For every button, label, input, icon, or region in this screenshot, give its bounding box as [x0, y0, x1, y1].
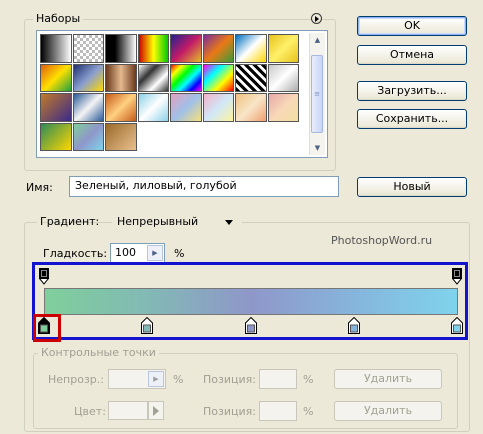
- smoothness-label: Гладкость:: [43, 247, 108, 260]
- gradient-swatch[interactable]: [170, 34, 202, 63]
- color-position-percent: %: [303, 405, 314, 418]
- gradient-swatch[interactable]: [137, 34, 169, 63]
- gradient-type-select[interactable]: Непрерывный: [112, 213, 242, 230]
- opacity-spin-icon[interactable]: ▶: [148, 371, 164, 387]
- name-label: Имя:: [26, 181, 53, 194]
- gradient-swatch[interactable]: [202, 93, 234, 122]
- smoothness-spin-icon[interactable]: ▶: [147, 245, 163, 261]
- opacity-position-percent: %: [303, 373, 314, 386]
- gradient-swatch[interactable]: [137, 93, 169, 122]
- gradient-swatch[interactable]: [267, 34, 299, 63]
- gradient-swatch[interactable]: [235, 93, 267, 122]
- gradient-swatch[interactable]: [202, 63, 234, 92]
- color-stop-icon[interactable]: [347, 317, 360, 334]
- name-input[interactable]: Зеленый, лиловый, голубой: [69, 176, 339, 197]
- ok-button[interactable]: OK: [357, 16, 467, 36]
- smoothness-percent: %: [174, 247, 185, 260]
- color-delete-button[interactable]: Удалить: [334, 401, 442, 421]
- watermark-text: PhotoshopWord.ru: [331, 234, 433, 247]
- opacity-position-input[interactable]: [259, 369, 297, 389]
- gradient-type-row: Градиент:: [37, 214, 99, 232]
- color-picker-arrow-icon[interactable]: [148, 401, 164, 420]
- opacity-percent: %: [173, 373, 184, 386]
- opacity-position-label: Позиция:: [203, 373, 256, 386]
- gradient-swatch[interactable]: [105, 93, 137, 122]
- gradient-swatch[interactable]: [235, 34, 267, 63]
- opacity-input[interactable]: ▶: [108, 369, 166, 389]
- gradient-swatch[interactable]: [105, 63, 137, 92]
- gradient-swatch[interactable]: [40, 122, 72, 151]
- scroll-down-icon[interactable]: ▼: [310, 141, 325, 155]
- gradient-swatch[interactable]: [267, 93, 299, 122]
- color-label: Цвет:: [74, 405, 106, 418]
- scroll-thumb[interactable]: ≡: [311, 55, 323, 133]
- cancel-button[interactable]: Отмена: [357, 45, 467, 65]
- gradient-swatch[interactable]: [72, 34, 104, 63]
- opacity-delete-button[interactable]: Удалить: [334, 369, 442, 389]
- scroll-up-icon[interactable]: ▲: [310, 33, 325, 47]
- presets-title: Наборы: [33, 12, 84, 25]
- swatch-grid: [40, 34, 303, 154]
- gradient-bar[interactable]: [44, 288, 458, 315]
- gradient-swatch[interactable]: [137, 63, 169, 92]
- gradient-swatch[interactable]: [72, 93, 104, 122]
- selected-stop-highlight: [33, 314, 61, 342]
- gradient-swatch[interactable]: [170, 93, 202, 122]
- opacity-label: Непрозр.:: [48, 373, 104, 386]
- color-stop-icon[interactable]: [244, 317, 257, 334]
- gradient-type-label: Градиент:: [40, 215, 100, 228]
- smoothness-input[interactable]: 100 ▶: [110, 243, 165, 263]
- gradient-swatch[interactable]: [72, 63, 104, 92]
- gradient-swatch[interactable]: [202, 34, 234, 63]
- chevron-down-icon: [225, 220, 233, 225]
- gradient-type-value: Непрерывный: [117, 215, 199, 228]
- opacity-stop-icon[interactable]: [39, 268, 49, 285]
- color-position-input[interactable]: [259, 401, 297, 421]
- presets-list[interactable]: ▲ ≡ ▼: [36, 30, 328, 158]
- presets-menu-icon[interactable]: [311, 13, 322, 24]
- color-position-label: Позиция:: [203, 405, 256, 418]
- gradient-swatch[interactable]: [235, 63, 267, 92]
- gradient-swatch[interactable]: [170, 63, 202, 92]
- color-stop-icon[interactable]: [451, 317, 463, 334]
- opacity-stop-icon[interactable]: [452, 268, 462, 285]
- new-button[interactable]: Новый: [357, 177, 467, 197]
- color-stop-icon[interactable]: [141, 317, 154, 334]
- stops-panel-title: Контрольные точки: [38, 346, 159, 359]
- presets-scrollbar[interactable]: ▲ ≡ ▼: [309, 33, 325, 155]
- gradient-swatch[interactable]: [40, 93, 72, 122]
- save-button[interactable]: Сохранить...: [357, 109, 467, 129]
- smoothness-value: 100: [115, 246, 136, 259]
- gradient-swatch[interactable]: [105, 34, 137, 63]
- load-button[interactable]: Загрузить...: [357, 81, 467, 101]
- gradient-swatch[interactable]: [40, 63, 72, 92]
- color-swatch[interactable]: [108, 401, 148, 420]
- gradient-swatch[interactable]: [40, 34, 72, 63]
- gradient-swatch[interactable]: [72, 122, 104, 151]
- gradient-swatch[interactable]: [105, 122, 137, 151]
- gradient-swatch[interactable]: [267, 63, 299, 92]
